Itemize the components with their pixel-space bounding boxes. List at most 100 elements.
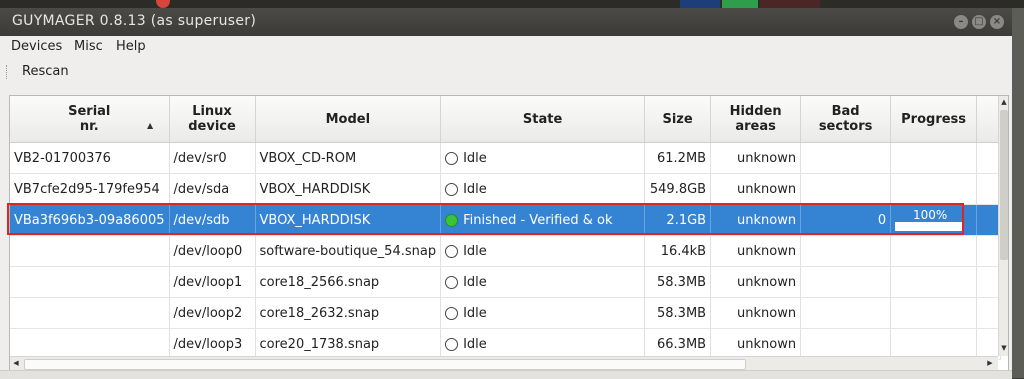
device-table: Serial nr. ▲ Linux device Model State Siz…	[9, 95, 1009, 371]
desktop-panel-block	[680, 0, 720, 8]
cell-model: VBOX_CD-ROM	[255, 142, 442, 174]
cell-device: /dev/loop1	[169, 266, 256, 298]
cell-hidden-areas: unknown	[710, 204, 802, 236]
cell-hidden-areas: unknown	[710, 173, 802, 205]
cell-model: VBOX_HARDDISK	[255, 173, 442, 205]
toolbar-grip[interactable]	[6, 65, 9, 79]
column-header-progress[interactable]: Progress	[890, 96, 978, 143]
cell-progress	[890, 235, 978, 267]
menu-devices[interactable]: Devices	[11, 39, 62, 54]
idle-circle-icon	[445, 182, 459, 196]
toolbar: Rescan	[0, 60, 1012, 84]
column-header-size[interactable]: Size	[644, 96, 712, 143]
title-bar[interactable]: GUYMAGER 0.8.13 (as superuser) – □ ×	[0, 8, 1012, 36]
cell-progress: 100%	[890, 204, 978, 236]
cell-size: 58.3MB	[644, 266, 712, 298]
cell-model: core20_1738.snap	[255, 328, 442, 360]
cell-size: 2.1GB	[644, 204, 712, 236]
cell-progress	[890, 266, 978, 298]
close-icon[interactable]: ×	[990, 15, 1004, 29]
vertical-scroll-thumb[interactable]	[1000, 110, 1008, 260]
cell-bad-sectors	[800, 297, 892, 329]
horizontal-scrollbar[interactable]: ◀ ▶	[10, 356, 998, 370]
progress-bar	[895, 222, 964, 231]
progress-indicator: 100%	[895, 208, 972, 232]
cell-size: 66.3MB	[644, 328, 712, 360]
desktop-top-strip	[0, 0, 1024, 8]
idle-circle-icon	[445, 306, 459, 320]
cell-bad-sectors: 0	[800, 204, 892, 236]
green-circle-icon	[445, 213, 459, 227]
scroll-left-icon[interactable]: ◀	[10, 357, 22, 370]
scroll-up-icon[interactable]: ▲	[999, 96, 1008, 108]
guymager-window: GUYMAGER 0.8.13 (as superuser) – □ × Dev…	[0, 8, 1012, 379]
menu-bar: Devices Misc Help	[0, 36, 1012, 58]
cell-device: /dev/loop2	[169, 297, 256, 329]
cell-state: Finished - Verified & ok	[440, 204, 646, 236]
cell-bad-sectors	[800, 235, 892, 267]
cell-size: 58.3MB	[644, 297, 712, 329]
cell-hidden-areas: unknown	[710, 142, 802, 174]
cell-serial	[10, 235, 170, 267]
cell-bad-sectors	[800, 142, 892, 174]
column-header-hidden-areas[interactable]: Hidden areas	[710, 96, 802, 143]
cell-device: /dev/sdb	[169, 204, 256, 236]
column-header-serial-label: Serial nr.	[68, 104, 111, 134]
cell-state-label: Idle	[463, 305, 487, 321]
cell-hidden-areas: unknown	[710, 297, 802, 329]
horizontal-scroll-thumb[interactable]	[24, 359, 746, 370]
column-header-bad-sectors[interactable]: Bad sectors	[800, 96, 892, 143]
cell-serial	[10, 266, 170, 298]
window-title: GUYMAGER 0.8.13 (as superuser)	[12, 13, 257, 29]
cell-bad-sectors	[800, 328, 892, 360]
cell-progress	[890, 142, 978, 174]
cell-state: Idle	[440, 235, 646, 267]
cell-hidden-areas: unknown	[710, 328, 802, 360]
cell-extra	[976, 235, 1002, 267]
scroll-right-icon[interactable]: ▶	[984, 357, 996, 370]
cell-extra	[976, 297, 1002, 329]
cell-progress	[890, 328, 978, 360]
cell-bad-sectors	[800, 266, 892, 298]
table-row[interactable]: /dev/loop0 software-boutique_54.snap Idl…	[10, 235, 1002, 267]
column-header-linux-device[interactable]: Linux device	[169, 96, 256, 143]
table-row-selected[interactable]: VBa3f696b3-09a86005 /dev/sdb VBOX_HARDDI…	[10, 204, 1002, 236]
cell-state: Idle	[440, 142, 646, 174]
cell-device: /dev/loop3	[169, 328, 256, 360]
cell-device: /dev/loop0	[169, 235, 256, 267]
cell-model: VBOX_HARDDISK	[255, 204, 442, 236]
table-row[interactable]: VB7cfe2d95-179fe954 /dev/sda VBOX_HARDDI…	[10, 173, 1002, 205]
cell-state-label: Idle	[463, 274, 487, 290]
minimize-icon[interactable]: –	[954, 15, 968, 29]
desktop-panel-block	[760, 0, 820, 8]
vertical-scrollbar[interactable]: ▲ ▼	[998, 96, 1008, 356]
table-row[interactable]: /dev/loop2 core18_2632.snap Idle 58.3MB …	[10, 297, 1002, 329]
menu-misc[interactable]: Misc	[74, 39, 103, 54]
sort-ascending-icon: ▲	[147, 121, 154, 130]
desktop-indicator	[156, 0, 170, 8]
table-row[interactable]: /dev/loop3 core20_1738.snap Idle 66.3MB …	[10, 328, 1002, 360]
cell-serial: VBa3f696b3-09a86005	[10, 204, 170, 236]
cell-state: Idle	[440, 173, 646, 205]
cell-serial	[10, 328, 170, 360]
cell-state-label: Finished - Verified & ok	[463, 212, 613, 228]
table-row[interactable]: VB2-01700376 /dev/sr0 VBOX_CD-ROM Idle 6…	[10, 142, 1002, 174]
scroll-down-icon[interactable]: ▼	[999, 342, 1008, 354]
column-header-extra	[976, 96, 1002, 143]
column-header-state[interactable]: State	[440, 96, 646, 143]
cell-serial: VB7cfe2d95-179fe954	[10, 173, 170, 205]
table-row[interactable]: /dev/loop1 core18_2566.snap Idle 58.3MB …	[10, 266, 1002, 298]
table-header: Serial nr. ▲ Linux device Model State Siz…	[10, 96, 1002, 143]
cell-state: Idle	[440, 297, 646, 329]
column-header-serial[interactable]: Serial nr. ▲	[10, 96, 170, 143]
cell-bad-sectors	[800, 173, 892, 205]
menu-help[interactable]: Help	[116, 39, 146, 54]
column-header-model[interactable]: Model	[255, 96, 442, 143]
idle-circle-icon	[445, 275, 459, 289]
cell-model: core18_2566.snap	[255, 266, 442, 298]
rescan-button[interactable]: Rescan	[22, 64, 69, 79]
cell-extra	[976, 266, 1002, 298]
cell-device: /dev/sda	[169, 173, 256, 205]
maximize-icon[interactable]: □	[972, 15, 986, 29]
cell-state-label: Idle	[463, 150, 487, 166]
